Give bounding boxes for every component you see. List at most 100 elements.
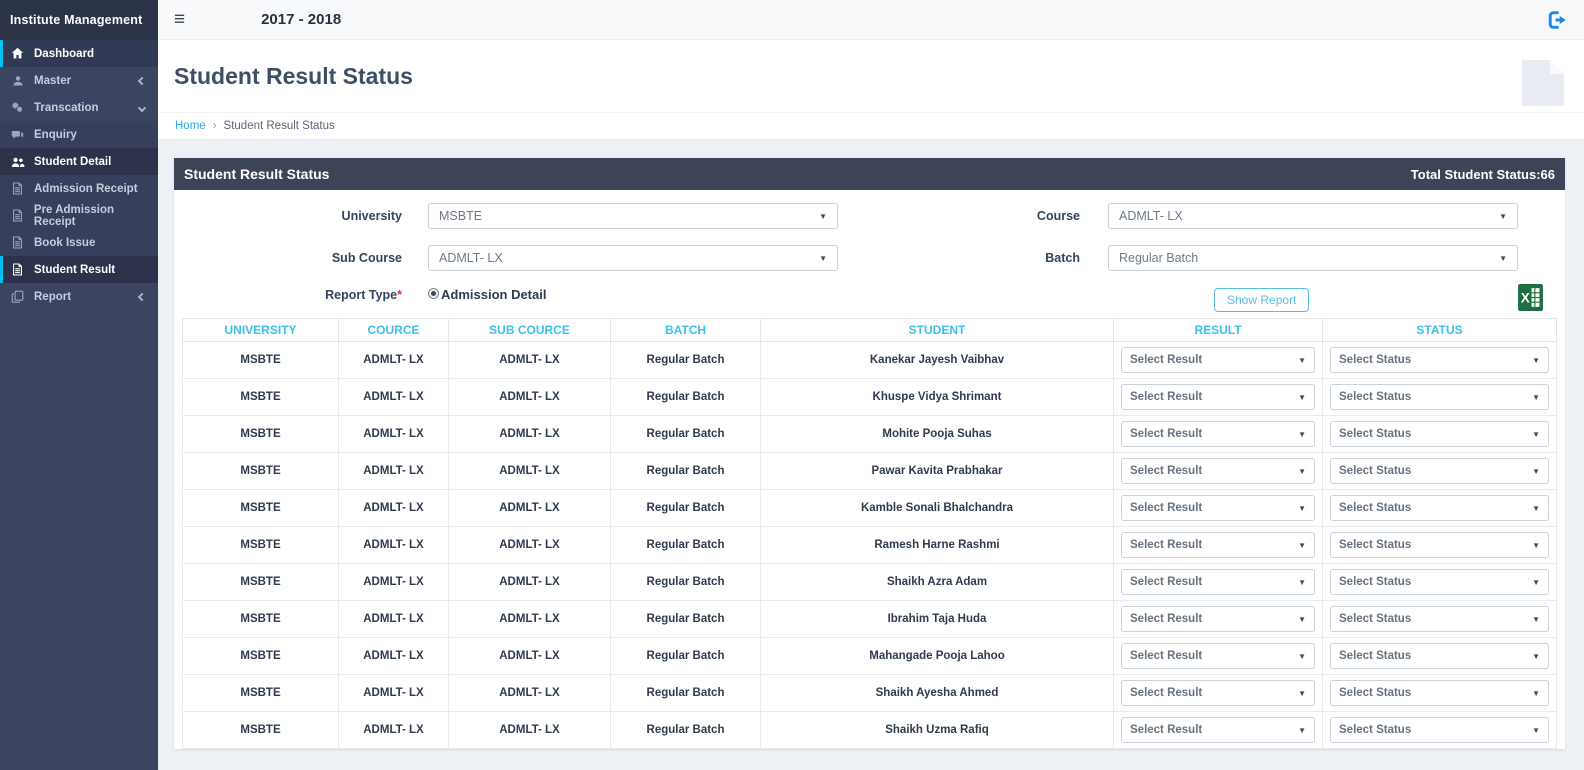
user-icon	[10, 75, 25, 87]
select-result-dropdown[interactable]: Select Result	[1121, 347, 1315, 373]
cell-university: MSBTE	[182, 526, 339, 564]
chevron-down-icon	[137, 103, 147, 112]
cell-university: MSBTE	[182, 637, 339, 675]
select-result-dropdown[interactable]: Select Result	[1121, 606, 1315, 632]
course-select[interactable]: ADMLT- LX	[1108, 203, 1518, 229]
logout-icon[interactable]	[1546, 9, 1568, 31]
select-status-value: Select Status	[1339, 539, 1412, 551]
select-result-dropdown[interactable]: Select Result	[1121, 680, 1315, 706]
cell-sub-cource: ADMLT- LX	[448, 452, 611, 490]
cell-student: Shaikh Ayesha Ahmed	[760, 674, 1114, 712]
dropdown-caret-icon	[1532, 578, 1540, 587]
breadcrumb-current: Student Result Status	[223, 120, 335, 132]
sidebar-item-dashboard[interactable]: Dashboard	[0, 40, 158, 67]
table-row: MSBTE ADMLT- LX ADMLT- LX Regular Batch …	[182, 637, 1557, 675]
column-header-cource: COURCE	[338, 318, 449, 342]
dropdown-caret-icon	[819, 212, 827, 221]
cell-university: MSBTE	[182, 378, 339, 416]
breadcrumb-home-link[interactable]: Home	[175, 120, 206, 132]
cell-university: MSBTE	[182, 711, 339, 749]
table-header-row: UNIVERSITY COURCE SUB COURCE BATCH STUDE…	[182, 318, 1557, 342]
cell-student: Kamble Sonali Bhalchandra	[760, 489, 1114, 527]
table-row: MSBTE ADMLT- LX ADMLT- LX Regular Batch …	[182, 711, 1557, 749]
sidebar-item-report[interactable]: Report	[0, 283, 158, 310]
dropdown-caret-icon	[1298, 356, 1306, 365]
select-status-dropdown[interactable]: Select Status	[1330, 680, 1549, 706]
table-row: MSBTE ADMLT- LX ADMLT- LX Regular Batch …	[182, 415, 1557, 453]
sub-course-select[interactable]: ADMLT- LX	[428, 245, 838, 271]
cell-sub-cource: ADMLT- LX	[448, 341, 611, 379]
dropdown-caret-icon	[1532, 615, 1540, 624]
course-select-value: ADMLT- LX	[1119, 209, 1183, 223]
cell-student: Shaikh Uzma Rafiq	[760, 711, 1114, 749]
select-result-dropdown[interactable]: Select Result	[1121, 421, 1315, 447]
select-status-dropdown[interactable]: Select Status	[1330, 717, 1549, 743]
cell-university: MSBTE	[182, 341, 339, 379]
sidebar-item-student-detail[interactable]: Student Detail	[0, 148, 158, 175]
select-result-value: Select Result	[1130, 613, 1203, 625]
users-icon	[10, 156, 25, 168]
select-result-dropdown[interactable]: Select Result	[1121, 569, 1315, 595]
select-result-dropdown[interactable]: Select Result	[1121, 495, 1315, 521]
column-header-batch: BATCH	[610, 318, 761, 342]
select-result-dropdown[interactable]: Select Result	[1121, 643, 1315, 669]
sidebar-item-pre-admission-receipt[interactable]: Pre Admission Receipt	[0, 202, 158, 229]
cell-cource: ADMLT- LX	[338, 452, 449, 490]
cell-cource: ADMLT- LX	[338, 674, 449, 712]
cell-student: Ramesh Harne Rashmi	[760, 526, 1114, 564]
home-icon	[10, 47, 25, 60]
select-status-dropdown[interactable]: Select Status	[1330, 606, 1549, 632]
cell-university: MSBTE	[182, 674, 339, 712]
select-status-dropdown[interactable]: Select Status	[1330, 569, 1549, 595]
sidebar-item-label: Student Result	[34, 263, 116, 276]
select-status-dropdown[interactable]: Select Status	[1330, 347, 1549, 373]
cell-university: MSBTE	[182, 600, 339, 638]
dropdown-caret-icon	[1298, 615, 1306, 624]
batch-select[interactable]: Regular Batch	[1108, 245, 1518, 271]
sidebar-item-admission-receipt[interactable]: Admission Receipt	[0, 175, 158, 202]
select-result-dropdown[interactable]: Select Result	[1121, 458, 1315, 484]
select-status-dropdown[interactable]: Select Status	[1330, 532, 1549, 558]
sidebar-item-book-issue[interactable]: Book Issue	[0, 229, 158, 256]
select-result-dropdown[interactable]: Select Result	[1121, 384, 1315, 410]
dropdown-caret-icon	[1532, 356, 1540, 365]
select-status-dropdown[interactable]: Select Status	[1330, 384, 1549, 410]
file-icon	[10, 263, 25, 276]
student-result-status-panel: Student Result Status Total Student Stat…	[174, 158, 1565, 749]
select-status-dropdown[interactable]: Select Status	[1330, 643, 1549, 669]
cell-sub-cource: ADMLT- LX	[448, 674, 611, 712]
excel-export-icon[interactable]: X	[1518, 284, 1543, 311]
sidebar-item-master[interactable]: Master	[0, 67, 158, 94]
column-header-result: RESULT	[1113, 318, 1323, 342]
select-result-value: Select Result	[1130, 428, 1203, 440]
menu-icon[interactable]: ≡	[174, 10, 185, 29]
document-watermark-icon	[1522, 60, 1564, 111]
sidebar-item-label: Report	[34, 290, 72, 303]
select-status-dropdown[interactable]: Select Status	[1330, 421, 1549, 447]
cell-sub-cource: ADMLT- LX	[448, 563, 611, 601]
sidebar-item-label: Transcation	[34, 101, 99, 114]
sidebar-item-enquiry[interactable]: Enquiry	[0, 121, 158, 148]
select-result-value: Select Result	[1130, 391, 1203, 403]
select-status-dropdown[interactable]: Select Status	[1330, 495, 1549, 521]
sidebar-item-transcation[interactable]: Transcation	[0, 94, 158, 121]
admission-detail-radio-label: Admission Detail	[441, 287, 547, 302]
select-status-dropdown[interactable]: Select Status	[1330, 458, 1549, 484]
dropdown-caret-icon	[1298, 430, 1306, 439]
select-result-dropdown[interactable]: Select Result	[1121, 717, 1315, 743]
table-row: MSBTE ADMLT- LX ADMLT- LX Regular Batch …	[182, 341, 1557, 379]
cell-cource: ADMLT- LX	[338, 378, 449, 416]
file-icon	[10, 236, 25, 249]
sidebar-item-student-result[interactable]: Student Result	[0, 256, 158, 283]
cell-batch: Regular Batch	[610, 600, 761, 638]
show-report-button[interactable]: Show Report	[1214, 288, 1310, 312]
admission-detail-radio[interactable]	[428, 288, 439, 299]
table-row: MSBTE ADMLT- LX ADMLT- LX Regular Batch …	[182, 674, 1557, 712]
cell-cource: ADMLT- LX	[338, 563, 449, 601]
select-result-dropdown[interactable]: Select Result	[1121, 532, 1315, 558]
select-status-value: Select Status	[1339, 428, 1412, 440]
sidebar: Institute Management Dashboard Master Tr…	[0, 0, 158, 770]
table-row: MSBTE ADMLT- LX ADMLT- LX Regular Batch …	[182, 378, 1557, 416]
university-select[interactable]: MSBTE	[428, 203, 838, 229]
table-row: MSBTE ADMLT- LX ADMLT- LX Regular Batch …	[182, 489, 1557, 527]
